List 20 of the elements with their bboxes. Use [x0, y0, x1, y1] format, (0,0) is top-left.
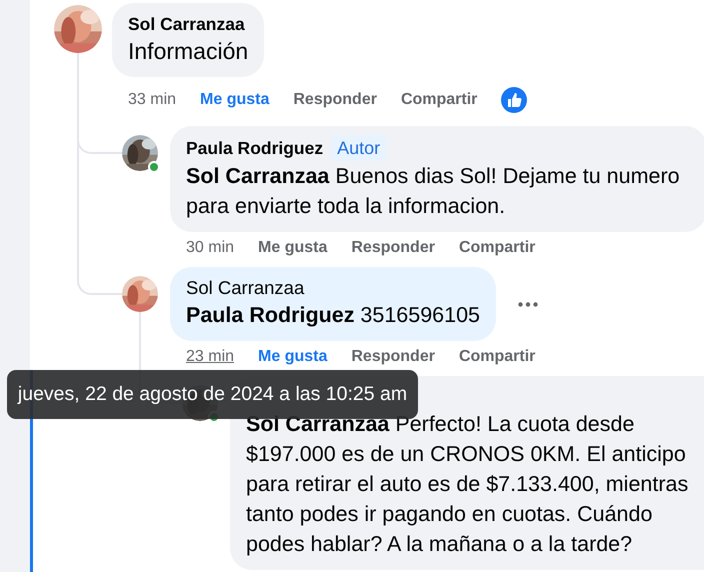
share-button[interactable]: Compartir	[400, 91, 478, 109]
author-name[interactable]: Sol Carranzaa	[128, 12, 245, 36]
comment-text: Información	[128, 37, 248, 66]
author-badge: Autor	[331, 135, 386, 161]
reply-button[interactable]: Responder	[293, 91, 377, 109]
share-button[interactable]: Compartir	[458, 239, 536, 257]
reply-button[interactable]: Responder	[351, 239, 435, 257]
comment-time[interactable]: 30 min	[186, 239, 234, 257]
more-icon	[518, 302, 538, 306]
comment-time[interactable]: 33 min	[128, 91, 176, 109]
share-button[interactable]: Compartir	[458, 348, 536, 366]
like-button[interactable]: Me gusta	[200, 91, 270, 109]
like-button[interactable]: Me gusta	[258, 239, 328, 257]
author-name[interactable]: Paula Rodriguez	[186, 136, 324, 160]
comment-text: Sol Carranzaa Buenos dias Sol! Dejame tu numero para enviarte toda la informacion.	[186, 163, 681, 220]
like-button[interactable]: Me gusta	[258, 348, 328, 366]
reply-button[interactable]: Responder	[351, 348, 435, 366]
author-name[interactable]: Sol Carranzaa	[186, 276, 304, 300]
comment-text: Paula Rodriguez 3516596105	[186, 302, 480, 329]
comment-time[interactable]: 23 min	[186, 348, 234, 366]
